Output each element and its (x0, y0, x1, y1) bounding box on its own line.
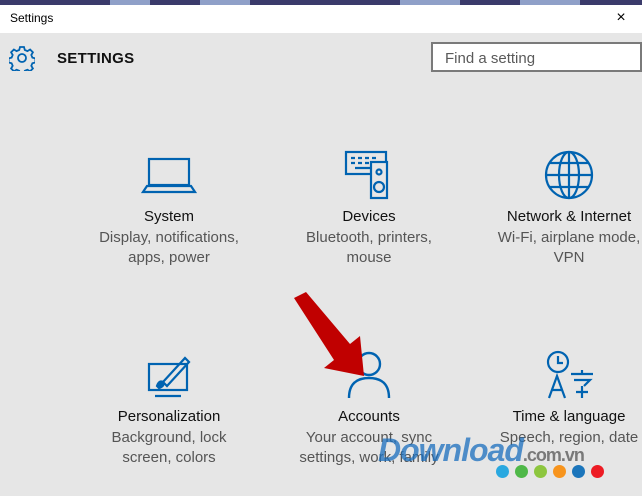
gear-icon (9, 46, 35, 71)
tile-personalization[interactable]: Personalization Background, lock screen, … (84, 350, 254, 470)
devices-icon (344, 150, 389, 200)
tile-title: Personalization (117, 408, 221, 425)
laptop-icon (141, 157, 197, 194)
tile-title: System (143, 208, 194, 225)
time-language-icon (546, 350, 593, 399)
settings-header: SETTINGS (0, 33, 642, 85)
search-box[interactable] (431, 42, 642, 72)
tile-title: Network & Internet (506, 208, 632, 225)
close-button[interactable]: × (606, 8, 636, 30)
tile-title: Devices (342, 208, 396, 225)
search-input[interactable] (443, 45, 637, 71)
tile-devices[interactable]: Devices Bluetooth, printers, mouse (284, 150, 454, 270)
page-title: SETTINGS (57, 50, 135, 67)
tile-description: Wi-Fi, airplane mode, VPN (497, 229, 641, 266)
tile-system[interactable]: System Display, notifications, apps, powe… (84, 150, 254, 270)
watermark-logo: Download.com.vn (378, 432, 585, 468)
window-title: Settings (10, 11, 54, 25)
tile-title: Time & language (512, 408, 626, 425)
tile-description: Background, lock screen, colors (111, 429, 227, 466)
watermark-dots (496, 465, 610, 481)
paint-icon (147, 356, 191, 398)
globe-icon (544, 150, 594, 200)
tile-network-internet[interactable]: Network & Internet Wi-Fi, airplane mode,… (484, 150, 642, 270)
tile-title: Accounts (338, 408, 400, 425)
title-bar: Settings × (0, 5, 642, 33)
pointer-arrow-icon (294, 292, 364, 376)
tile-description: Display, notifications, apps, power (99, 229, 239, 266)
tile-description: Bluetooth, printers, mouse (306, 229, 432, 266)
